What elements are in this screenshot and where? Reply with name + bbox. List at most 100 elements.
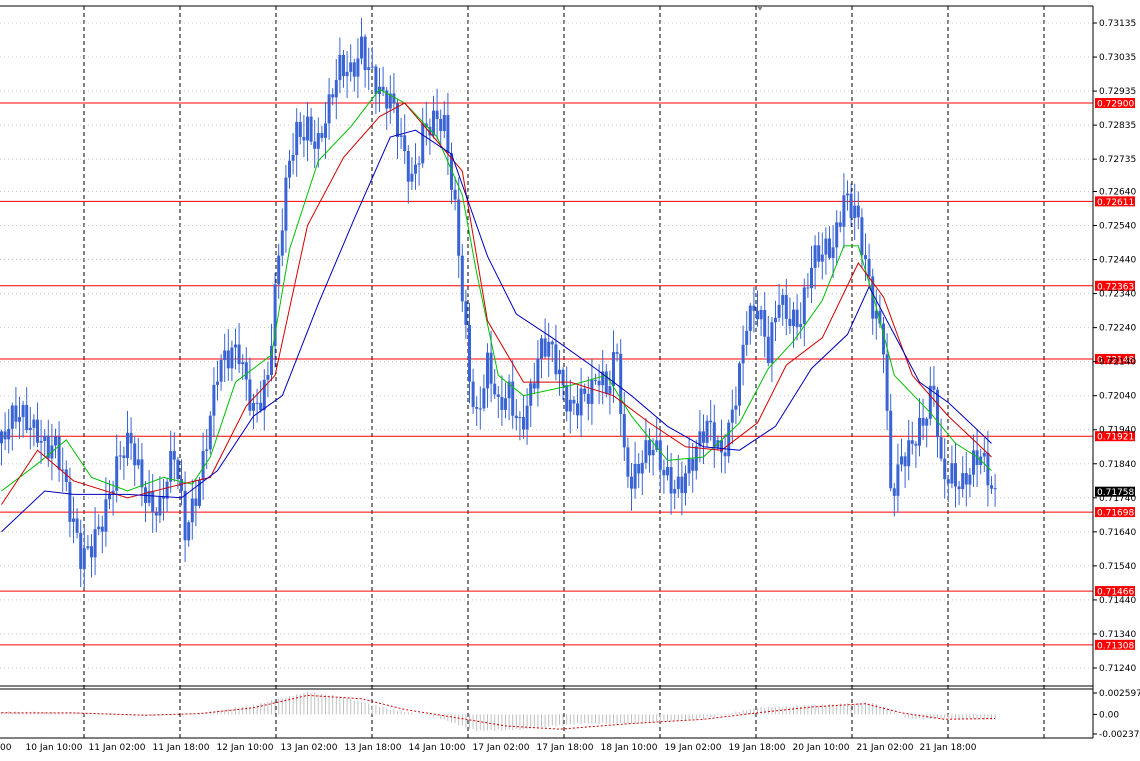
candle-body (255, 402, 259, 404)
candle-body (936, 389, 939, 438)
candle-body (126, 432, 129, 459)
candle-body (597, 380, 601, 386)
candle-body (784, 295, 788, 319)
candle-body (291, 154, 295, 161)
candle-body (478, 408, 482, 410)
candle-body (284, 177, 288, 231)
candle-body (313, 141, 317, 149)
time-label: 21 Jan 18:00 (920, 743, 977, 753)
candle-body (345, 71, 349, 77)
time-label: 21 Jan 02:00 (857, 743, 914, 753)
candle-body (748, 305, 752, 331)
price-tick-label: 0.71640 (1099, 528, 1136, 538)
candle-body (403, 135, 407, 151)
candle-body (576, 403, 579, 416)
candle-body (820, 254, 824, 262)
candle-body (572, 399, 576, 404)
candle-body (414, 164, 417, 174)
candle-body (594, 379, 597, 381)
candle-body (25, 404, 29, 430)
candle-body (316, 133, 320, 149)
candle-body (709, 420, 713, 423)
candle-body (406, 150, 410, 182)
candle-body (90, 546, 93, 558)
candle-body (849, 193, 853, 218)
candle-body (669, 467, 673, 494)
candle-body (475, 407, 479, 409)
candle-body (615, 352, 619, 354)
candle-body (93, 529, 97, 558)
candle-body (943, 458, 947, 480)
price-level-label: 0.71698 (1097, 509, 1134, 519)
chart-canvas: 0.729000.726110.723630.721480.719210.716… (0, 0, 1140, 757)
candle-body (633, 463, 637, 489)
candle-body (493, 383, 497, 395)
time-label: 20 Jan 10:00 (793, 743, 850, 753)
candle-body (194, 498, 198, 506)
candle-body (223, 350, 227, 361)
candle-body (705, 420, 709, 443)
price-tick-label: 0.72040 (1099, 392, 1136, 402)
candle-body (309, 116, 313, 142)
candle-body (673, 489, 677, 494)
candle-body (115, 456, 119, 491)
candle-body (619, 353, 623, 414)
candle-body (14, 405, 18, 422)
candle-body (806, 287, 810, 289)
candle-body (374, 66, 378, 95)
price-tick-label: 0.72540 (1099, 222, 1136, 232)
candle-body (658, 440, 662, 470)
candle-body (590, 379, 594, 404)
candle-body (579, 388, 583, 416)
candle-body (554, 344, 558, 375)
price-level-label: 0.71308 (1097, 641, 1134, 651)
candle-body (813, 245, 817, 268)
candle-body (266, 374, 270, 380)
candle-body (954, 463, 957, 487)
candle-body (370, 66, 374, 68)
candle-body (910, 440, 914, 444)
candle-body (460, 255, 464, 302)
oscillator-tick-label: 0.002597 (1099, 689, 1140, 699)
candle-body (190, 498, 194, 523)
candle-body (792, 309, 795, 326)
candle-body (122, 455, 126, 459)
candle-body (381, 86, 385, 91)
candle-body (471, 381, 475, 408)
candle-body (583, 388, 587, 394)
candle-body (651, 449, 655, 456)
candle-body (36, 419, 39, 443)
price-chart[interactable]: 0.72900 0.72611 0.72363 0.72148 0.71921 0.716… (0, 0, 1140, 757)
candle-body (727, 422, 731, 457)
candle-body (230, 347, 234, 369)
candle-body (100, 526, 104, 532)
price-level-label: 0.72611 (1097, 198, 1134, 208)
price-tick-label: 0.73135 (1099, 19, 1136, 29)
price-tick-label: 0.72440 (1099, 256, 1136, 266)
candle-body (295, 121, 299, 155)
candle-body (18, 417, 21, 422)
candle-body (842, 195, 846, 227)
candle-body (846, 193, 849, 196)
candle-body (838, 222, 842, 227)
candle-body (864, 255, 867, 259)
time-label-partial: 00 (0, 743, 12, 753)
candle-body (630, 476, 633, 489)
time-label: 17 Jan 18:00 (537, 743, 594, 753)
candle-body (410, 173, 414, 182)
candle-body (399, 135, 403, 137)
candle-body (543, 338, 547, 357)
candle-body (622, 413, 626, 448)
candle-body (219, 360, 223, 382)
candle-body (939, 437, 943, 459)
candle-body (54, 436, 57, 446)
candle-body (522, 417, 525, 430)
candle-body (964, 473, 968, 485)
candle-body (248, 379, 252, 411)
candle-body (752, 305, 756, 311)
candle-body (745, 330, 749, 345)
time-label: 11 Jan 02:00 (89, 743, 146, 753)
candle-body (3, 431, 7, 440)
candle-body (421, 123, 425, 164)
candle-body (216, 381, 219, 385)
